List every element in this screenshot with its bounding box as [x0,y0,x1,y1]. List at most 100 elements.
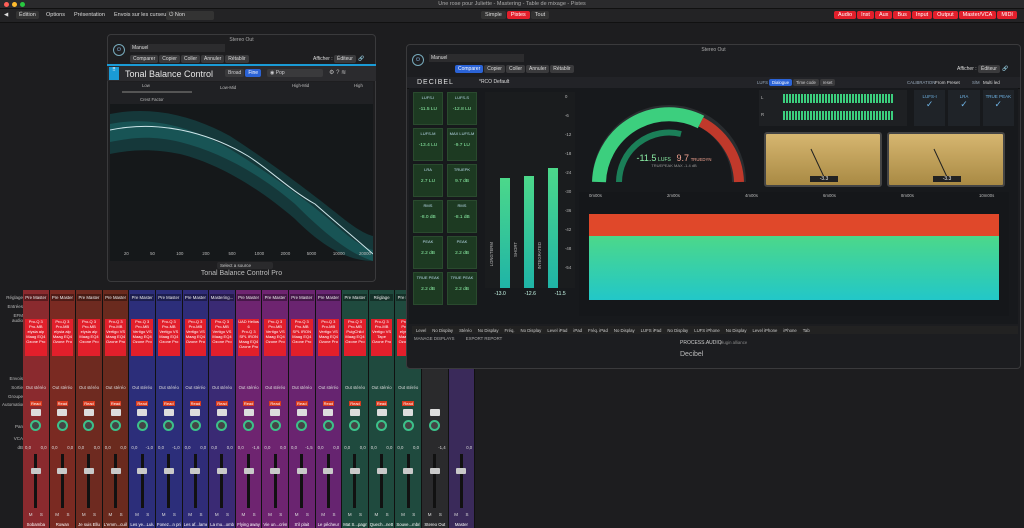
pan-knob[interactable] [83,420,95,431]
output-slot[interactable]: Out stéréo [130,385,154,390]
plugin-slot[interactable]: Ozone Pro [78,339,100,344]
solo-button[interactable]: S [226,512,229,517]
pan-knob[interactable] [402,420,414,431]
strip-setting[interactable]: Pre Master [24,294,48,301]
plugin-slot[interactable]: Ozone Pro [291,339,313,344]
tab-timecode[interactable]: Time code [792,79,819,86]
solo-button[interactable]: S [40,512,43,517]
dec-preset-select[interactable]: Manuel [429,54,524,62]
track-name[interactable]: Les ye...Lulu [130,521,154,528]
crest-slider[interactable] [122,91,192,93]
volume-fader-handle[interactable] [349,468,360,474]
pan-knob[interactable] [322,420,334,431]
output-slot[interactable]: Out stéréo [157,385,181,390]
automation-read[interactable]: Read [242,401,255,406]
track-name[interactable]: La mu...ombre [210,521,234,528]
filter-aux[interactable]: Aux [874,11,893,19]
filter-master-vca[interactable]: Master/VCA [958,11,997,19]
mute-button[interactable]: M [242,512,246,517]
select-source-dropdown[interactable]: Select a source [217,262,273,269]
automation-read[interactable]: Read [83,401,95,406]
track-name[interactable]: Master [449,521,474,528]
strip-setting[interactable]: Pre Master [103,294,128,301]
pan-knob[interactable] [30,420,42,431]
pan-knob[interactable] [296,420,308,431]
solo-button[interactable]: S [253,512,256,517]
automation-read[interactable]: Read [163,401,175,406]
track-name[interactable]: Le pêcheur [316,521,341,528]
mute-button[interactable]: M [401,512,405,517]
pan-knob[interactable] [349,420,361,431]
output-slot[interactable]: Out stéréo [237,385,261,390]
automation-read[interactable]: Read [375,401,388,406]
automation-read[interactable]: Read [269,401,281,406]
plugin-slot[interactable]: Ozone Pro [25,339,47,344]
pan-knob[interactable] [216,420,228,431]
display-selector[interactable]: No Display [614,328,635,333]
volume-fader-handle[interactable] [376,468,387,474]
track-name[interactable]: Souve...mbrins [396,521,420,528]
volume-fader-handle[interactable] [243,468,254,474]
track-name[interactable]: Fonez...n prince [157,521,181,528]
solo-button[interactable]: S [332,512,335,517]
plugin-slot[interactable]: Ozone Pro [371,339,393,344]
dec-paste-button[interactable]: Coller [505,65,526,73]
pan-knob[interactable] [429,420,441,431]
mute-button[interactable]: M [321,512,325,517]
tbc-paste-button[interactable]: Coller [180,55,201,63]
target-select[interactable]: ◉ Pop [267,69,323,77]
mute-button[interactable]: M [55,512,59,517]
track-name[interactable]: Stereo Out [423,521,447,528]
wave-icon[interactable]: ≋ [341,70,346,76]
mute-button[interactable]: M [29,512,33,517]
volume-fader-handle[interactable] [296,468,307,474]
display-selector[interactable]: No Display [478,328,499,333]
volume-fader-handle[interactable] [403,468,414,474]
display-selector[interactable]: iPhone [783,328,796,333]
plugin-slot[interactable]: Ozone Pro [344,339,366,344]
strip-setting[interactable]: Pre Master [316,294,341,301]
volume-fader-handle[interactable] [57,468,68,474]
mute-button[interactable]: M [295,512,299,517]
mute-button[interactable]: M [188,512,192,517]
strip-setting[interactable]: Pre Master [263,294,287,301]
display-selector[interactable]: Level [416,328,426,333]
strip-setting[interactable]: Pre Master [77,294,101,301]
display-selector[interactable]: Fréq. [505,328,515,333]
filter-audio[interactable]: Audio [834,11,857,19]
send-select[interactable]: ⏻ Non [166,11,214,20]
plugin-slot[interactable]: Ozone Pro [238,344,260,349]
volume-fader-handle[interactable] [216,468,227,474]
plugin-slot[interactable]: UAD Helios 6 [238,319,260,329]
mute-button[interactable]: M [348,512,352,517]
mute-button[interactable]: M [428,512,432,517]
tbc-redo-button[interactable]: Rétablir [225,55,249,63]
gear-icon[interactable]: ⚙ [329,70,334,76]
strip-setting[interactable]: Pre Master [290,294,314,301]
solo-button[interactable]: S [386,512,389,517]
plugin-slot[interactable]: Ozone Pro [211,339,233,344]
filter-bus[interactable]: Bus [893,11,911,19]
plugin-slot[interactable]: Ozone Pro [318,339,340,344]
filter-output[interactable]: Output [933,11,958,19]
mute-button[interactable]: M [375,512,379,517]
solo-button[interactable]: S [412,512,415,517]
mute-button[interactable]: M [135,512,139,517]
output-slot[interactable]: Out stéréo [51,385,75,390]
automation-read[interactable]: Read [349,401,361,406]
volume-fader-handle[interactable] [110,468,121,474]
solo-button[interactable]: S [439,512,442,517]
help-icon[interactable]: ? [336,70,339,76]
plugin-slot[interactable]: Ozone Pro [52,339,74,344]
volume-fader-handle[interactable] [83,468,94,474]
pan-knob[interactable] [376,420,388,431]
tbc-undo-button[interactable]: Annuler [201,55,225,63]
volume-fader-handle[interactable] [163,468,174,474]
tbc-power-icon[interactable]: ⏻ [113,44,125,56]
display-selector[interactable]: Stéréo [459,328,472,333]
track-name[interactable]: Rowan [50,521,75,528]
output-slot[interactable]: Out stéréo [317,385,341,390]
dec-copy-button[interactable]: Copier [484,65,505,73]
automation-read[interactable]: Read [216,401,228,406]
solo-button[interactable]: S [306,512,309,517]
